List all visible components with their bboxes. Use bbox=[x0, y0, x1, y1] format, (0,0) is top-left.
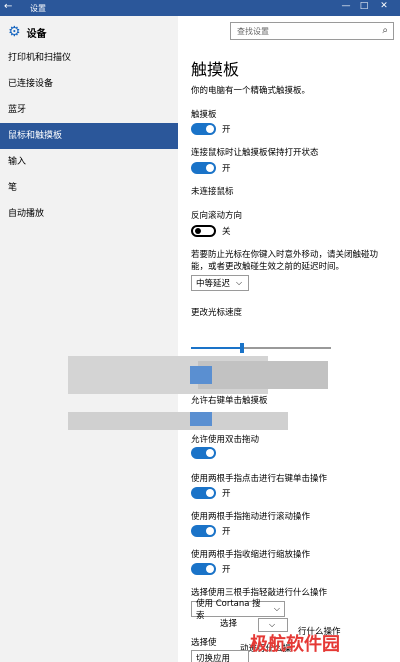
two-finger-right-toggle[interactable] bbox=[191, 487, 216, 499]
chevron-down-icon: ⌵ bbox=[269, 620, 276, 629]
pinch-zoom-label: 使用两根手指收缩进行缩放操作 bbox=[191, 550, 311, 560]
delay-dropdown[interactable]: 中等延迟 ⌵ bbox=[191, 275, 249, 291]
cursor-speed-slider[interactable] bbox=[191, 343, 331, 353]
reverse-scroll-toggle-state: 关 bbox=[222, 227, 231, 237]
watermark-logo: 极航软件园 bbox=[250, 634, 340, 655]
two-finger-right-state: 开 bbox=[222, 489, 231, 499]
sidebar-item-mouse-touchpad[interactable]: 鼠标和触摸板 bbox=[0, 123, 178, 149]
search-input[interactable]: 查找设置 ⌕ bbox=[230, 22, 394, 40]
window-title: 设置 bbox=[30, 4, 46, 13]
cursor-speed-track-filled bbox=[191, 347, 240, 349]
keep-on-label: 连接鼠标时让触摸板保持打开状态 bbox=[191, 148, 319, 158]
cursor-speed-thumb[interactable] bbox=[240, 343, 244, 353]
reverse-scroll-label: 反向滚动方向 bbox=[191, 211, 243, 221]
no-mouse-text: 未连接鼠标 bbox=[191, 187, 234, 197]
two-finger-scroll-label: 使用两根手指拖动进行滚动操作 bbox=[191, 512, 311, 522]
title-bar: ← 设置 — □ ✕ bbox=[0, 0, 400, 16]
two-finger-scroll-toggle-row: 开 bbox=[191, 524, 231, 538]
sidebar-item-printers[interactable]: 打印机和扫描仪 bbox=[0, 45, 178, 71]
touchpad-label: 触摸板 bbox=[191, 110, 217, 120]
pinch-zoom-toggle[interactable] bbox=[191, 563, 216, 575]
pinch-zoom-state: 开 bbox=[222, 565, 231, 575]
delay-description-line-2: 能，或者更改触碰生效之前的延迟时间。 bbox=[191, 262, 345, 272]
pinch-zoom-toggle-row: 开 bbox=[191, 562, 231, 576]
sidebar: ⚙ 设备 打印机和扫描仪 已连接设备 蓝牙 鼠标和触摸板 输入 笔 自动播放 bbox=[0, 16, 178, 662]
touchpad-toggle[interactable] bbox=[191, 123, 216, 135]
two-finger-right-label: 使用两根手指点击进行右键单击操作 bbox=[191, 474, 328, 484]
three-finger-swipe-label-2: 选择使 bbox=[191, 638, 217, 648]
double-tap-toggle-row bbox=[191, 446, 222, 460]
page-title: 触摸板 bbox=[191, 60, 240, 79]
sidebar-item-bluetooth[interactable]: 蓝牙 bbox=[0, 97, 178, 123]
touchpad-description: 你的电脑有一个精确式触摸板。 bbox=[191, 86, 311, 96]
double-tap-label: 允许使用双击拖动 bbox=[191, 435, 260, 445]
blurred-region bbox=[68, 412, 288, 430]
chevron-down-icon: ⌵ bbox=[236, 278, 243, 287]
sidebar-header-label: 设备 bbox=[26, 28, 47, 40]
touchpad-toggle-state: 开 bbox=[222, 125, 231, 135]
chevron-down-icon: ⌵ bbox=[273, 604, 280, 613]
cursor-speed-track-empty bbox=[244, 347, 331, 349]
sidebar-item-typing[interactable]: 输入 bbox=[0, 149, 178, 175]
reverse-scroll-toggle-row: 关 bbox=[191, 224, 231, 238]
switch-apps-dropdown[interactable]: 切换应用 bbox=[191, 650, 249, 662]
keep-on-toggle[interactable] bbox=[191, 162, 216, 174]
delay-description-line-1: 若要防止光标在你键入时意外移动，请关闭触碰功 bbox=[191, 250, 379, 260]
three-finger-swipe-label: 选择 bbox=[220, 619, 238, 629]
maximize-button[interactable]: □ bbox=[356, 1, 372, 11]
sidebar-item-autoplay[interactable]: 自动播放 bbox=[0, 201, 178, 227]
back-arrow-icon[interactable]: ← bbox=[4, 1, 12, 12]
two-finger-scroll-toggle[interactable] bbox=[191, 525, 216, 537]
right-click-label: 允许右键单击触摸板 bbox=[191, 396, 268, 406]
close-button[interactable]: ✕ bbox=[376, 1, 392, 11]
sidebar-header: ⚙ 设备 bbox=[8, 22, 47, 42]
cursor-speed-label: 更改光标速度 bbox=[191, 308, 243, 318]
blurred-region bbox=[198, 361, 328, 389]
double-tap-toggle[interactable] bbox=[191, 447, 216, 459]
two-finger-scroll-state: 开 bbox=[222, 527, 231, 537]
three-finger-tap-dropdown[interactable]: 使用 Cortana 搜索 ⌵ bbox=[191, 599, 285, 621]
touchpad-toggle-row: 开 bbox=[191, 122, 231, 136]
main-panel: 查找设置 ⌕ 触摸板 你的电脑有一个精确式触摸板。 触摸板 开 连接鼠标时让触摸… bbox=[68, 16, 400, 662]
blurred-region bbox=[190, 412, 212, 426]
sidebar-item-pen[interactable]: 笔 bbox=[0, 175, 178, 201]
search-icon[interactable]: ⌕ bbox=[382, 25, 388, 36]
blurred-region bbox=[190, 366, 212, 384]
sidebar-item-connected-devices[interactable]: 已连接设备 bbox=[0, 71, 178, 97]
minimize-button[interactable]: — bbox=[338, 1, 354, 11]
gear-icon: ⚙ bbox=[8, 24, 21, 40]
reverse-scroll-toggle[interactable] bbox=[191, 225, 216, 237]
search-placeholder: 查找设置 bbox=[237, 27, 269, 36]
switch-apps-value: 切换应用 bbox=[196, 654, 231, 662]
two-finger-right-toggle-row: 开 bbox=[191, 486, 231, 500]
keep-on-toggle-state: 开 bbox=[222, 164, 231, 174]
delay-dropdown-value: 中等延迟 bbox=[196, 279, 231, 289]
keep-on-toggle-row: 开 bbox=[191, 161, 231, 175]
